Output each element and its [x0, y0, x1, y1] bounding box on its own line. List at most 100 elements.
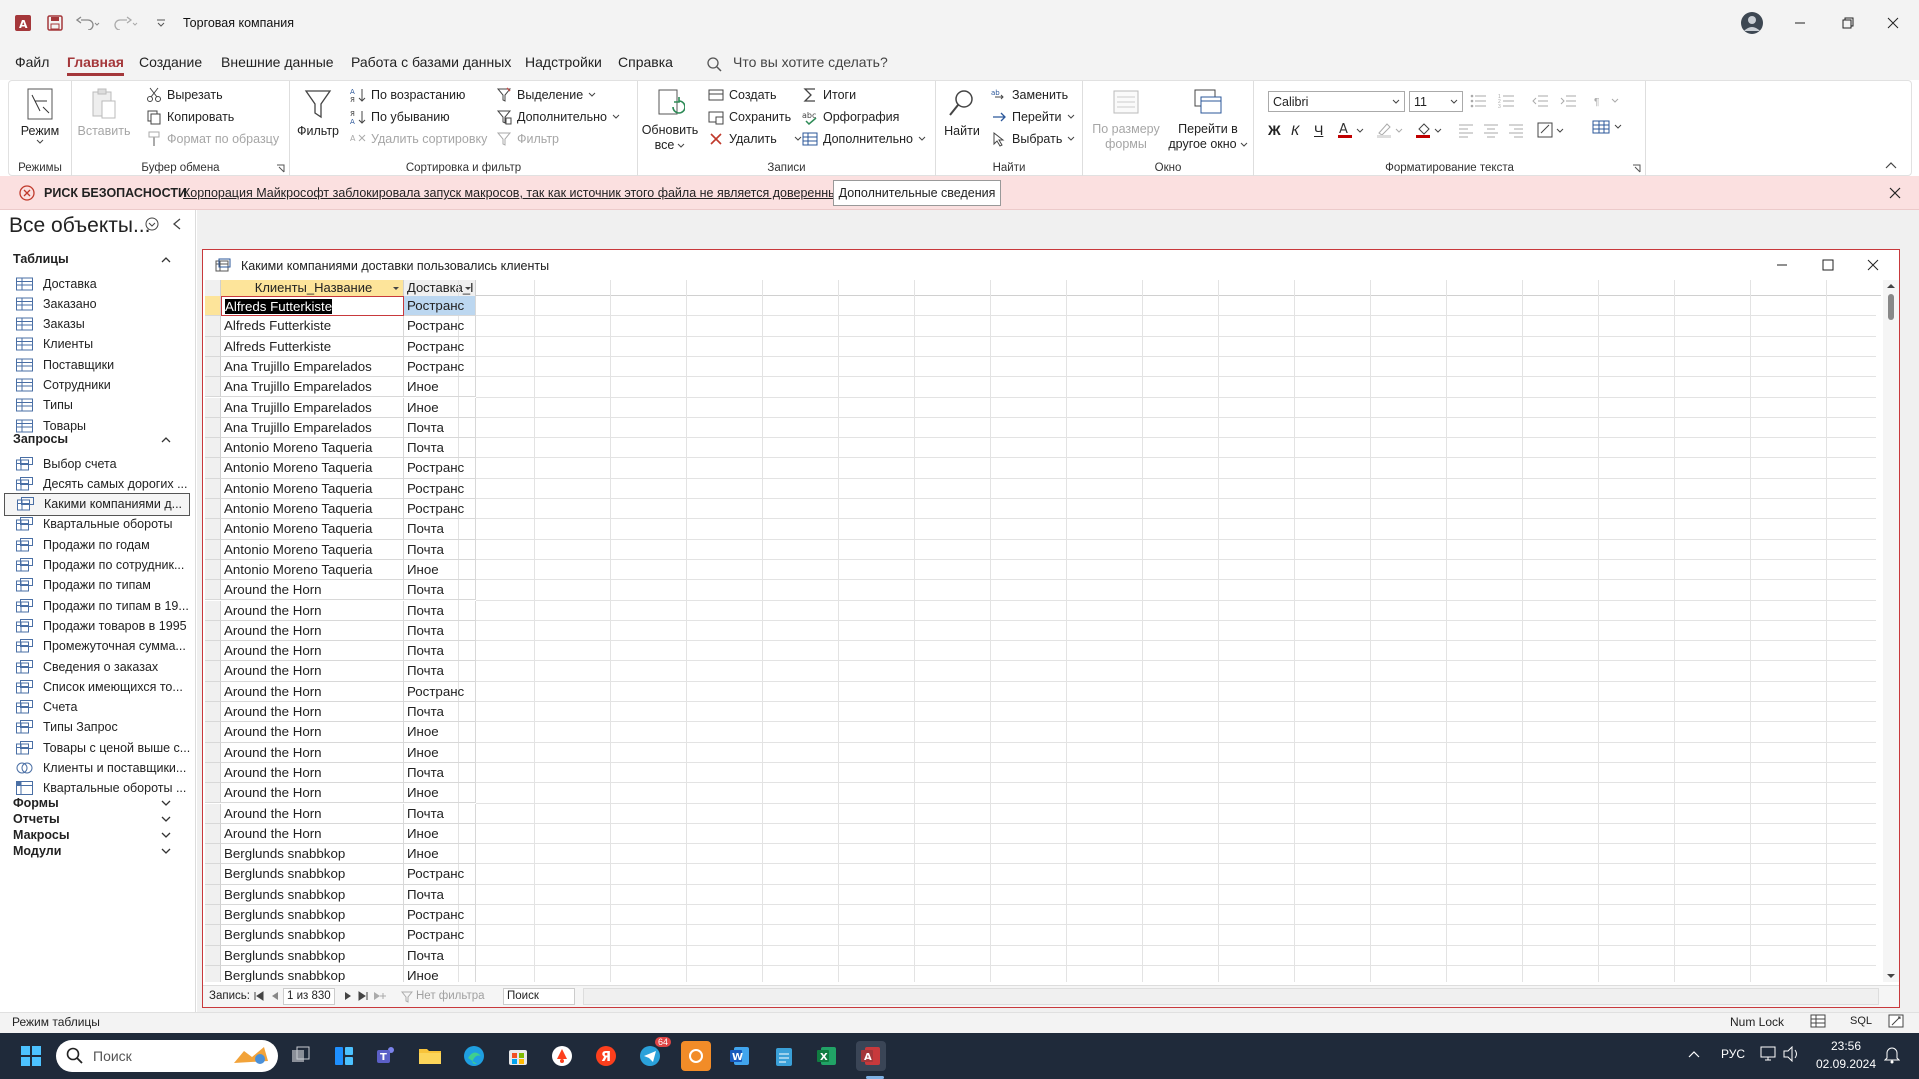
row-selector[interactable]	[205, 905, 221, 926]
row-selector[interactable]	[205, 356, 221, 378]
microsoft-store-icon[interactable]	[503, 1041, 533, 1071]
cell-customer-name[interactable]: Around the Horn	[221, 580, 404, 601]
row-selector[interactable]	[205, 296, 221, 317]
redo-icon[interactable]	[112, 10, 140, 36]
chevron-up-icon[interactable]	[161, 256, 171, 263]
row-selector[interactable]	[205, 559, 221, 581]
collapse-ribbon-icon[interactable]	[1885, 161, 1897, 169]
clock-time[interactable]: 23:56	[1818, 1039, 1874, 1053]
edge-browser-icon[interactable]	[459, 1041, 489, 1071]
cell-customer-name[interactable]: Berglunds snabbkop	[221, 864, 404, 885]
select-all-corner[interactable]	[205, 280, 221, 296]
cell-shipper[interactable]: Почта	[404, 762, 476, 784]
collapse-nav-icon[interactable]	[172, 218, 182, 230]
font-name-select[interactable]: Calibri	[1268, 91, 1405, 112]
row-selector[interactable]	[205, 620, 221, 642]
row-selector[interactable]	[205, 336, 221, 357]
totals-button[interactable]: Итоги	[802, 85, 856, 105]
copy-button[interactable]: Копировать	[146, 107, 234, 127]
cell-shipper[interactable]: Иное	[404, 377, 476, 398]
row-selector[interactable]	[205, 458, 221, 479]
cell-shipper[interactable]: Почта	[404, 600, 476, 621]
toggle-filter-button[interactable]: Фильтр	[496, 129, 559, 149]
tab-create[interactable]: Создание	[139, 54, 202, 70]
more-info-button[interactable]: Дополнительные сведения	[833, 180, 1001, 206]
font-size-select[interactable]: 11	[1409, 91, 1463, 112]
cell-customer-name[interactable]: Antonio Moreno Taqueria	[221, 499, 404, 520]
cell-shipper[interactable]: Почта	[404, 884, 476, 905]
view-button[interactable]: Режим	[19, 87, 61, 145]
cell-shipper[interactable]: Почта	[404, 417, 476, 439]
sql-view-button[interactable]: SQL	[1850, 1015, 1872, 1027]
cell-customer-name[interactable]: Alfreds Futterkiste	[221, 296, 404, 317]
cell-shipper[interactable]: Иное	[404, 783, 476, 804]
scroll-thumb[interactable]	[1888, 294, 1894, 320]
chevron-up-icon[interactable]	[161, 436, 171, 443]
filter-status[interactable]: Нет фильтра	[416, 990, 485, 1002]
widgets-icon[interactable]	[329, 1041, 359, 1071]
chevron-down-icon[interactable]	[161, 816, 171, 823]
column-filter-icon[interactable]	[464, 280, 472, 296]
task-view-icon[interactable]	[286, 1041, 316, 1071]
chevron-down-icon[interactable]	[161, 800, 171, 807]
cut-button[interactable]: Вырезать	[146, 85, 223, 105]
cell-shipper[interactable]: Почта	[404, 702, 476, 723]
cell-customer-name[interactable]: Antonio Moreno Taqueria	[221, 559, 404, 581]
find-button[interactable]: Найти	[940, 87, 984, 139]
cell-customer-name[interactable]: Ana Trujillo Emparelados	[221, 356, 404, 378]
cell-shipper[interactable]: Ространс	[404, 458, 476, 479]
file-explorer-icon[interactable]	[415, 1041, 445, 1071]
cell-customer-name[interactable]: Antonio Moreno Taqueria	[221, 519, 404, 540]
security-message[interactable]: Корпорация Майкрософт заблокировала запу…	[183, 186, 849, 200]
access-logo-icon[interactable]: A	[12, 10, 34, 36]
remove-sort-button[interactable]: A Удалить сортировку	[350, 129, 487, 149]
datasheet-view-icon[interactable]	[1810, 1013, 1826, 1029]
row-selector[interactable]	[205, 539, 221, 560]
tab-help[interactable]: Справка	[618, 54, 673, 70]
cell-customer-name[interactable]: Antonio Moreno Taqueria	[221, 539, 404, 560]
maximize-icon[interactable]	[1822, 259, 1834, 271]
row-selector[interactable]	[205, 702, 221, 723]
switch-window-button[interactable]: Перейти в другое окно	[1167, 87, 1249, 152]
save-icon[interactable]	[44, 10, 66, 36]
tell-me-input[interactable]: Что вы хотите сделать?	[733, 54, 888, 70]
row-selector[interactable]	[205, 641, 221, 662]
cell-customer-name[interactable]: Alfreds Futterkiste	[221, 316, 404, 337]
cell-shipper[interactable]: Почта	[404, 580, 476, 601]
cell-shipper[interactable]: Почта	[404, 945, 476, 966]
more-records-button[interactable]: Дополнительно	[802, 129, 926, 149]
cell-customer-name[interactable]: Around the Horn	[221, 762, 404, 784]
row-selector[interactable]	[205, 478, 221, 499]
cell-customer-name[interactable]: Around the Horn	[221, 742, 404, 763]
record-position-field[interactable]: 1 из 830	[283, 988, 335, 1005]
row-selector[interactable]	[205, 397, 221, 418]
notepad-icon[interactable]	[769, 1041, 799, 1071]
row-selector[interactable]	[205, 925, 221, 946]
row-selector[interactable]	[205, 945, 221, 966]
minimize-icon[interactable]	[1785, 10, 1815, 36]
row-selector[interactable]	[205, 316, 221, 337]
undo-icon[interactable]	[74, 10, 102, 36]
cell-customer-name[interactable]: Berglunds snabbkop	[221, 945, 404, 966]
row-selector[interactable]	[205, 844, 221, 865]
replace-button[interactable]: ab Заменить	[991, 85, 1068, 105]
notification-bell-icon[interactable]	[1884, 1046, 1900, 1064]
language-indicator[interactable]: РУС	[1721, 1047, 1745, 1061]
row-selector[interactable]	[205, 580, 221, 601]
sort-descending-button[interactable]: ЯA По убыванию	[350, 107, 450, 127]
nav-header[interactable]: Все объекты...	[9, 214, 150, 238]
minimize-icon[interactable]	[1776, 259, 1788, 271]
cell-customer-name[interactable]: Around the Horn	[221, 620, 404, 642]
cell-shipper[interactable]: Иное	[404, 559, 476, 581]
cell-shipper[interactable]: Почта	[404, 438, 476, 459]
spelling-button[interactable]: abc Орфография	[802, 107, 899, 127]
new-record-nav-icon[interactable]	[373, 991, 387, 1001]
cell-customer-name[interactable]: Antonio Moreno Taqueria	[221, 438, 404, 459]
cell-shipper[interactable]: Ространс	[404, 925, 476, 946]
cell-customer-name[interactable]: Ana Trujillo Emparelados	[221, 377, 404, 398]
dialog-launcher-icon[interactable]	[276, 164, 285, 173]
delete-record-button[interactable]: Удалить	[708, 129, 802, 149]
cell-customer-name[interactable]: Around the Horn	[221, 783, 404, 804]
cell-shipper[interactable]: Ространс	[404, 681, 476, 702]
cell-customer-name[interactable]: Antonio Moreno Taqueria	[221, 458, 404, 479]
